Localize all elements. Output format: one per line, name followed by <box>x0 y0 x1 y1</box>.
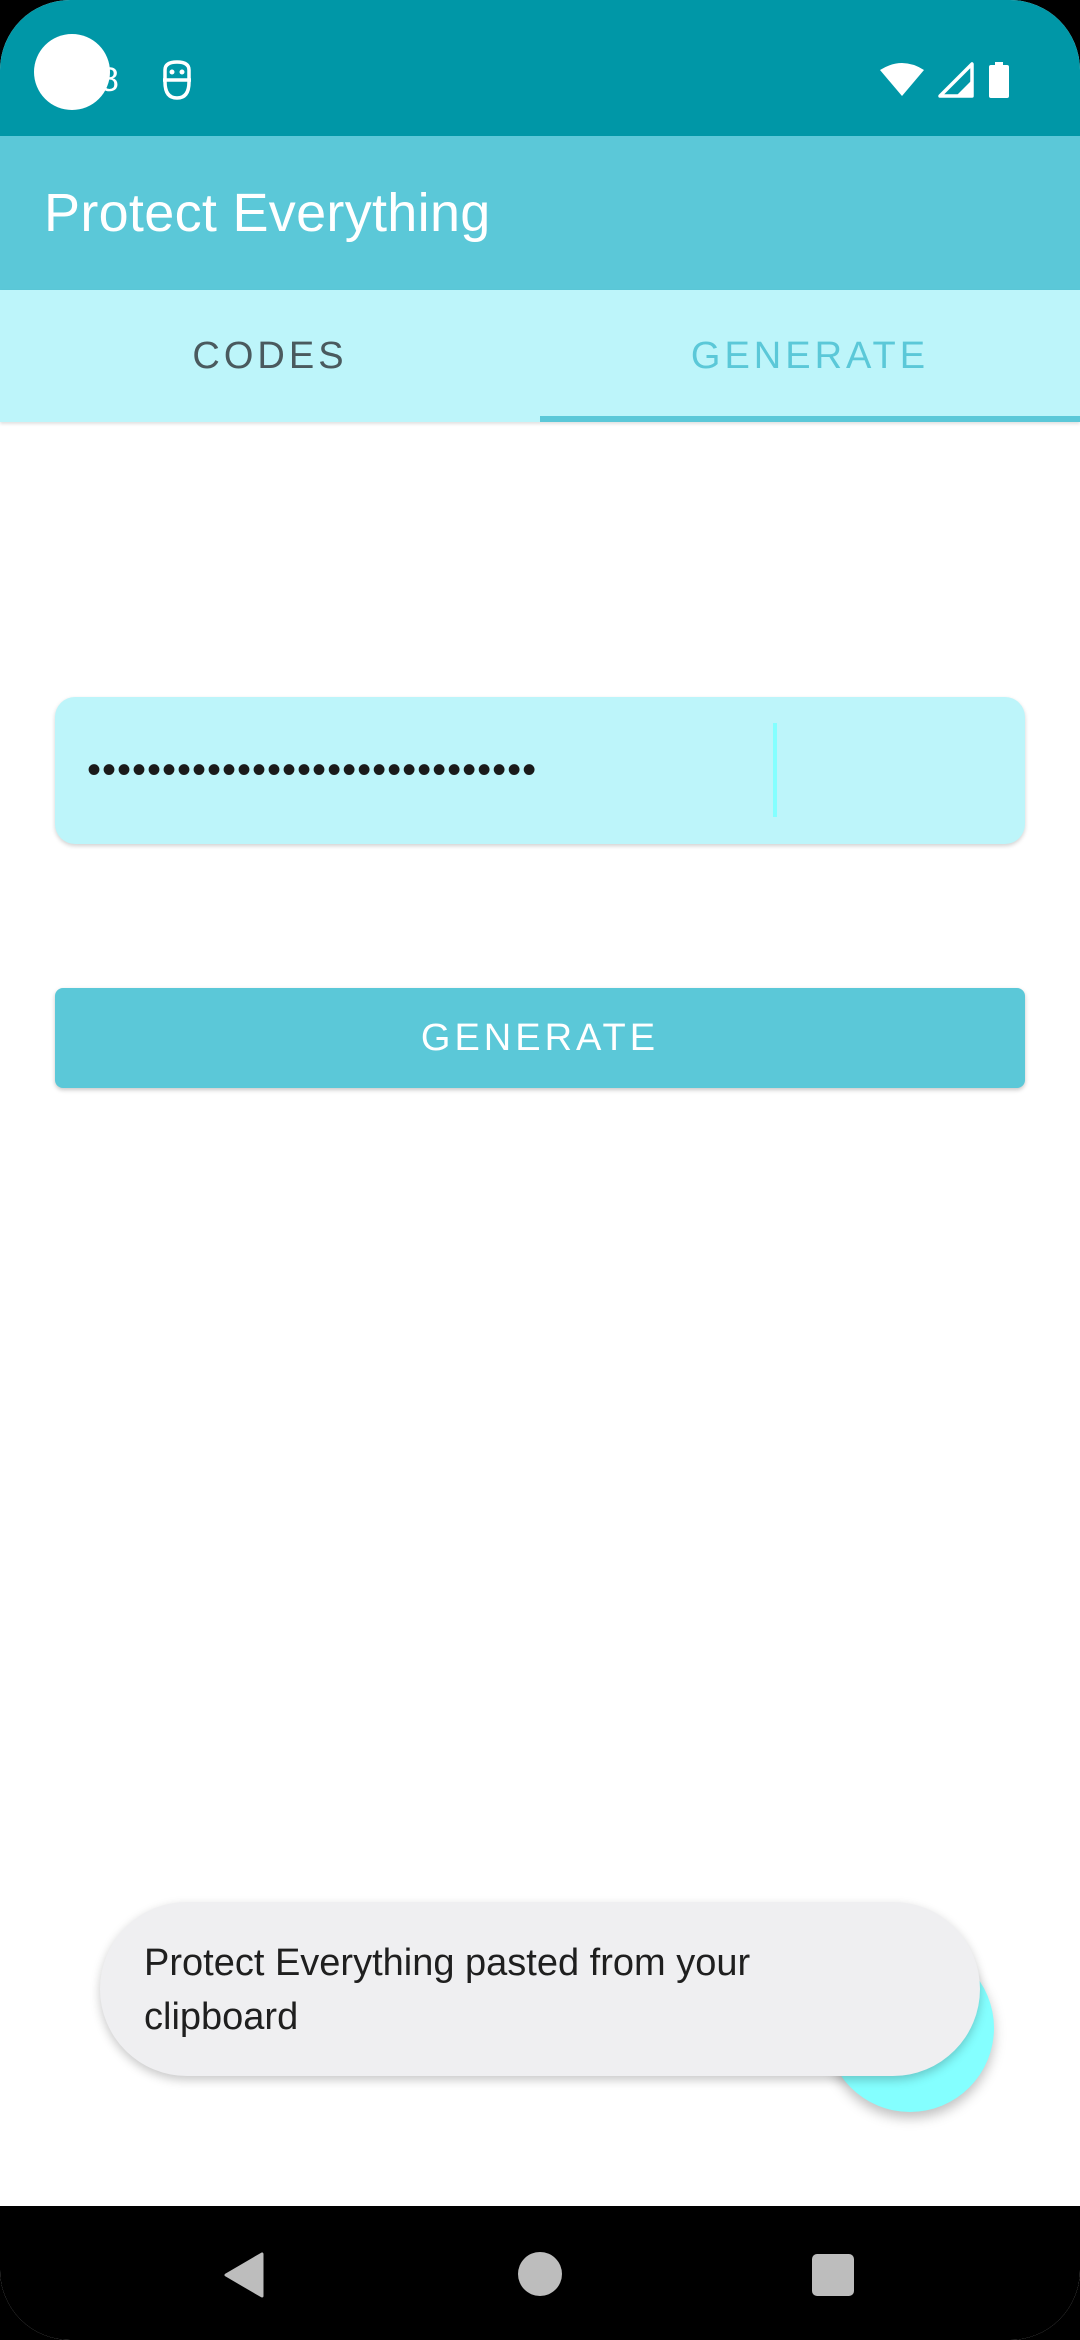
password-input[interactable]: •••••••••••••••••••••••••••••• <box>55 697 1025 844</box>
signal-icon <box>938 62 974 98</box>
status-bar: 8 <box>0 0 1080 136</box>
text-cursor <box>773 723 777 817</box>
status-icons <box>880 60 1010 100</box>
navigation-bar <box>0 2206 1080 2340</box>
app-bar: Protect Everything <box>0 136 1080 290</box>
tab-generate[interactable]: GENERATE <box>540 290 1080 422</box>
camera-cutout <box>34 34 110 110</box>
battery-icon <box>988 62 1010 98</box>
toast: Protect Everything pasted from your clip… <box>100 1902 980 2076</box>
tab-codes[interactable]: CODES <box>0 290 540 422</box>
tab-bar: CODES GENERATE <box>0 290 1080 422</box>
toast-message: Protect Everything pasted from your clip… <box>144 1942 751 2038</box>
home-icon[interactable] <box>518 2252 562 2296</box>
tab-selected-indicator <box>540 416 1080 422</box>
recents-icon[interactable] <box>812 2254 854 2296</box>
app-title: Protect Everything <box>44 183 491 243</box>
generate-button[interactable]: GENERATE <box>55 988 1025 1088</box>
notification-app-icon <box>160 58 194 102</box>
password-masked-value: •••••••••••••••••••••••••••••• <box>87 748 538 792</box>
app-screen: 8 Protect Everything CODES GENERATE ••••… <box>0 0 1080 2340</box>
wifi-icon <box>880 62 924 98</box>
status-time: 8 <box>100 61 119 99</box>
back-icon[interactable] <box>222 2252 264 2303</box>
